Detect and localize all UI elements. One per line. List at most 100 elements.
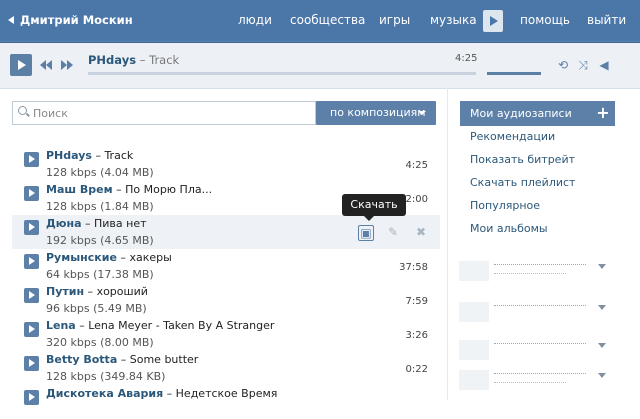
search-filter-dropdown[interactable]: по композициям [316,101,436,125]
track-duration: 0:22 [405,364,428,375]
track-bitrate: 320 [46,336,67,349]
nav-communities[interactable]: сообщества [290,13,365,27]
track-artist[interactable]: Дюна [46,217,82,230]
track-row[interactable]: Дискотека Авария – Недетское Время [12,385,440,419]
play-icon [490,16,498,26]
track-size: (349.84 KB) [100,370,166,383]
track-unit: kbps [63,302,90,315]
track-duration: 2:00 [405,194,428,205]
track-bitrate: 192 [46,234,67,247]
previous-track-button[interactable] [40,60,52,73]
top-navigation-bar: Дмитрий Москин люди сообщества игры музы… [0,0,640,43]
nav-music[interactable]: музыка [430,13,477,27]
audio-player: PHdays – Track 4:25 ⟲ ⤨ ◀ [0,43,640,89]
edit-icon[interactable]: ✎ [386,225,400,239]
track-info: 128 kbps (4.04 MB) [46,166,154,179]
related-text-line [494,305,586,310]
related-item[interactable] [456,338,606,362]
shuffle-icon[interactable]: ⤨ [576,58,590,72]
sidebar-link-show-bitrate[interactable]: Показать битрейт [470,153,575,166]
sidebar-link-recommendations[interactable]: Рекомендации [470,130,555,143]
play-icon [29,189,35,197]
track-title: По Морю Пла... [125,183,213,196]
player-play-button[interactable] [10,54,32,76]
broadcast-icon[interactable]: ◀ [597,58,611,72]
repeat-icon[interactable]: ⟲ [556,58,570,72]
sidebar-link-popular[interactable]: Популярное [470,199,540,212]
now-playing-artist: PHdays [88,53,137,67]
track-title: хороший [96,285,148,298]
related-item[interactable] [456,300,606,324]
track-row[interactable]: PHdays – Track 128 kbps (4.04 MB) 4:25 [12,147,440,181]
track-artist[interactable]: Румынские [46,251,117,264]
related-item[interactable] [456,259,606,283]
track-size: (8.00 MB) [100,336,154,349]
nav-play-button[interactable] [483,10,503,32]
nav-people[interactable]: люди [238,13,272,27]
sidebar-my-audio[interactable]: Мои аудиозаписи + [460,101,615,126]
nav-help[interactable]: помощь [520,13,570,27]
track-info: 320 kbps (8.00 MB) [46,336,154,349]
delete-icon[interactable]: ✖ [414,225,428,239]
track-artist[interactable]: Betty Botta [46,353,117,366]
track-artist[interactable]: PHdays [46,149,92,162]
track-name: Маш Врем – По Морю Пла... [46,183,213,196]
nav-games[interactable]: игры [379,13,410,27]
track-duration: 37:58 [399,262,428,273]
track-unit: kbps [70,200,97,213]
add-icon[interactable]: + [595,105,611,121]
search-filter-label: по композициям [330,106,426,119]
track-row[interactable]: Betty Botta – Some butter 128 kbps (349.… [12,351,440,385]
download-tooltip: Скачать [342,194,406,221]
chevron-down-icon[interactable] [598,264,606,269]
nav-logout[interactable]: выйти [587,13,626,27]
now-playing-time: 4:25 [455,53,478,64]
sidebar-link-my-albums[interactable]: Мои альбомы [470,222,548,235]
chevron-down-icon[interactable] [598,305,606,310]
next-track-button[interactable] [61,60,73,73]
track-info: 192 kbps (4.65 MB) [46,234,154,247]
chevron-down-icon[interactable] [598,343,606,348]
chevron-down-icon[interactable] [598,373,606,378]
track-play-button[interactable] [24,254,39,269]
now-playing-title: PHdays – Track [88,53,179,67]
track-play-button[interactable] [24,288,39,303]
track-name: Румынские – хакеры [46,251,172,264]
sidebar-link-download-playlist[interactable]: Скачать плейлист [470,176,575,189]
play-icon [29,325,35,333]
track-play-button[interactable] [24,322,39,337]
track-artist[interactable]: Путин [46,285,84,298]
volume-bar[interactable] [487,72,541,75]
related-item[interactable] [456,368,606,392]
track-name: Betty Botta – Some butter [46,353,199,366]
now-playing-separator: – [139,53,146,67]
related-text-line [494,273,566,278]
track-artist[interactable]: Маш Врем [46,183,113,196]
track-size: (4.04 MB) [100,166,154,179]
track-row[interactable]: Румынские – хакеры 64 kbps (17.38 MB) 37… [12,249,440,283]
related-thumbnail [459,370,489,390]
track-play-button[interactable] [24,390,39,405]
user-menu[interactable]: Дмитрий Москин [8,13,133,27]
track-info: 128 kbps (349.84 KB) [46,370,165,383]
track-bitrate: 128 [46,370,67,383]
track-artist[interactable]: Lena [46,319,76,332]
track-row[interactable]: Lena – Lena Meyer - Taken By A Stranger … [12,317,440,351]
track-play-button[interactable] [24,356,39,371]
next-icon [67,60,73,70]
related-text-line [494,373,586,378]
related-text-line [494,343,586,348]
progress-bar[interactable] [88,72,476,75]
track-play-button[interactable] [24,152,39,167]
track-play-button[interactable] [24,220,39,235]
track-bitrate: 128 [46,166,67,179]
track-title: хакеры [129,251,172,264]
track-play-button[interactable] [24,186,39,201]
play-icon [29,257,35,265]
track-row-hovered[interactable]: Дюна – Пива нет 192 kbps (4.65 MB) ▣ ✎ ✖ [12,215,440,249]
track-row[interactable]: Путин – хороший 96 kbps (5.49 MB) 7:59 [12,283,440,317]
track-unit: kbps [70,166,97,179]
download-icon[interactable]: ▣ [358,225,374,241]
search-input[interactable] [31,104,305,122]
track-artist[interactable]: Дискотека Авария [46,387,163,400]
